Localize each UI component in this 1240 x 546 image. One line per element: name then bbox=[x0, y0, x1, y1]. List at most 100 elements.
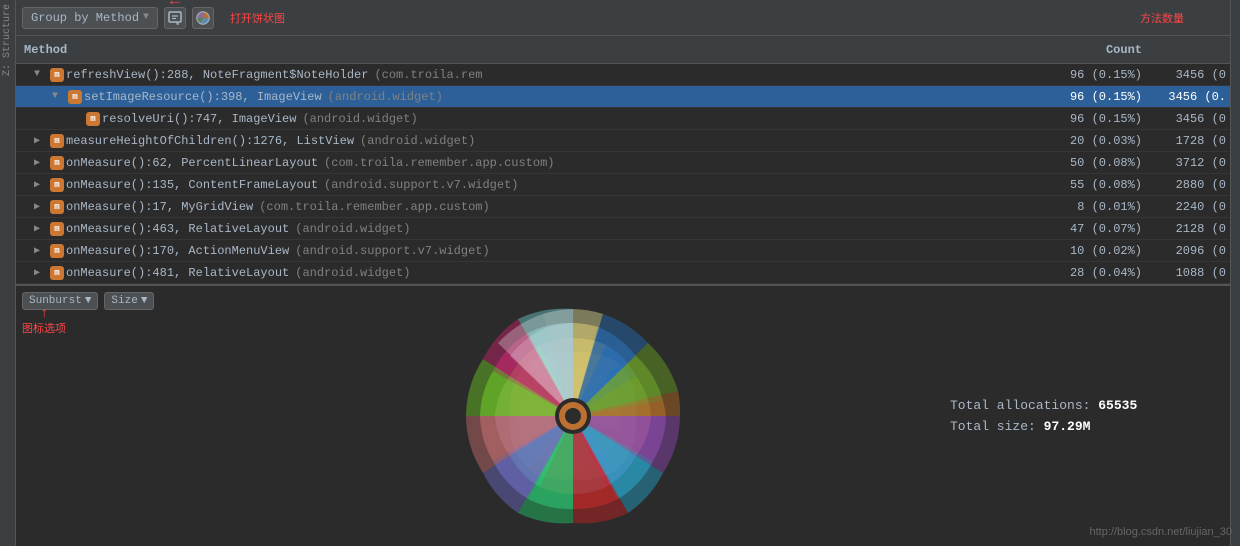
row-count: 10 (0.02%) bbox=[970, 244, 1150, 258]
method-class: (com.troila.remember.app.custom) bbox=[324, 156, 554, 170]
total-size-line: Total size: 97.29M bbox=[950, 419, 1210, 434]
sunburst-chart bbox=[443, 301, 703, 531]
chart-controls-panel: Sunburst ▼ Size ▼ 图标选项 ↑ bbox=[16, 286, 216, 546]
expand-icon[interactable]: ▶ bbox=[34, 201, 48, 213]
table-row[interactable]: ▶monMeasure():170, ActionMenuView (androi… bbox=[16, 240, 1230, 262]
annotation-icon-text: 图标选项 bbox=[22, 323, 66, 335]
chart-type-label: Sunburst bbox=[29, 295, 82, 307]
m-badge: m bbox=[50, 244, 64, 258]
row-size: 2096 (0 bbox=[1150, 244, 1230, 258]
method-class: (android.widget) bbox=[328, 90, 443, 104]
row-count: 20 (0.03%) bbox=[970, 134, 1150, 148]
row-size: 3456 (0 bbox=[1150, 112, 1230, 126]
method-class: (android.widget) bbox=[360, 134, 475, 148]
col-method-header: Method bbox=[16, 43, 970, 57]
row-size: 2128 (0 bbox=[1150, 222, 1230, 236]
watermark: http://blog.csdn.net/liujian_30 bbox=[1090, 526, 1231, 538]
method-class: (android.support.v7.widget) bbox=[324, 178, 518, 192]
row-count: 96 (0.15%) bbox=[970, 68, 1150, 82]
row-size: 1088 (0 bbox=[1150, 266, 1230, 280]
method-class: (com.troila.remember.app.custom) bbox=[259, 200, 489, 214]
total-allocations-value: 65535 bbox=[1098, 398, 1137, 413]
method-name: onMeasure():135, ContentFrameLayout bbox=[66, 178, 318, 192]
m-badge: m bbox=[50, 178, 64, 192]
method-name: onMeasure():62, PercentLinearLayout bbox=[66, 156, 318, 170]
method-name: setImageResource():398, ImageView bbox=[84, 90, 322, 104]
chart-controls-row: Sunburst ▼ Size ▼ bbox=[22, 292, 210, 310]
col-count-header: Count bbox=[970, 43, 1150, 57]
expand-icon[interactable]: ▼ bbox=[52, 91, 66, 102]
chart-type-chevron: ▼ bbox=[85, 295, 92, 307]
expand-icon[interactable]: ▼ bbox=[34, 69, 48, 80]
method-class: (android.widget) bbox=[295, 222, 410, 236]
total-size-label: Total size: bbox=[950, 419, 1036, 434]
method-name: onMeasure():170, ActionMenuView bbox=[66, 244, 289, 258]
icon-annotation-area: 图标选项 ↑ bbox=[22, 320, 210, 336]
method-class: (android.widget) bbox=[302, 112, 417, 126]
table-rows: ▼mrefreshView():288, NoteFragment$NoteHo… bbox=[16, 64, 1230, 284]
row-count: 55 (0.08%) bbox=[970, 178, 1150, 192]
chart-type-dropdown[interactable]: Sunburst ▼ bbox=[22, 292, 98, 310]
expand-icon[interactable]: ▶ bbox=[34, 267, 48, 279]
table-row[interactable]: ▶monMeasure():463, RelativeLayout(androi… bbox=[16, 218, 1230, 240]
chart-size-dropdown[interactable]: Size ▼ bbox=[104, 292, 154, 310]
annotation-pie-text: 打开饼状图 bbox=[230, 13, 285, 25]
stats-area: Total allocations: 65535 Total size: 97.… bbox=[930, 286, 1230, 546]
m-badge: m bbox=[50, 200, 64, 214]
m-badge: m bbox=[86, 112, 100, 126]
method-name: onMeasure():17, MyGridView bbox=[66, 200, 253, 214]
table-row[interactable]: ▶monMeasure():481, RelativeLayout(androi… bbox=[16, 262, 1230, 284]
method-name: refreshView():288, NoteFragment$NoteHold… bbox=[66, 68, 368, 82]
pie-chart-button[interactable] bbox=[192, 7, 214, 29]
m-badge: m bbox=[50, 134, 64, 148]
table-row[interactable]: mresolveUri():747, ImageView(android.wid… bbox=[16, 108, 1230, 130]
expand-icon[interactable]: ▶ bbox=[34, 245, 48, 257]
row-count: 96 (0.15%) bbox=[970, 90, 1150, 104]
row-size: 3712 (0 bbox=[1150, 156, 1230, 170]
main-content: Group by Method ▼ 打开饼状图 ← bbox=[16, 0, 1230, 546]
export-icon bbox=[168, 11, 182, 25]
annotation-area: 打开饼状图 ← bbox=[230, 10, 285, 26]
chart-size-label: Size bbox=[111, 295, 137, 307]
row-count: 96 (0.15%) bbox=[970, 112, 1150, 126]
row-size: 2880 (0 bbox=[1150, 178, 1230, 192]
m-badge: m bbox=[50, 266, 64, 280]
annotation-count-text: 方法数量 bbox=[1140, 10, 1184, 26]
row-count: 47 (0.07%) bbox=[970, 222, 1150, 236]
expand-icon[interactable]: ▶ bbox=[34, 179, 48, 191]
m-badge: m bbox=[50, 68, 64, 82]
total-allocations-line: Total allocations: 65535 bbox=[950, 398, 1210, 413]
expand-icon[interactable]: ▶ bbox=[34, 157, 48, 169]
table-row[interactable]: ▶monMeasure():135, ContentFrameLayout (an… bbox=[16, 174, 1230, 196]
method-name: onMeasure():463, RelativeLayout bbox=[66, 222, 289, 236]
method-class: (com.troila.rem bbox=[374, 68, 482, 82]
row-size: 1728 (0 bbox=[1150, 134, 1230, 148]
method-class: (android.widget) bbox=[295, 266, 410, 280]
left-side-panel: Z: Structure bbox=[0, 0, 16, 546]
expand-icon[interactable]: ▶ bbox=[34, 223, 48, 235]
method-name: measureHeightOfChildren():1276, ListView bbox=[66, 134, 354, 148]
table-row[interactable]: ▶monMeasure():62, PercentLinearLayout (co… bbox=[16, 152, 1230, 174]
m-badge: m bbox=[68, 90, 82, 104]
group-by-dropdown[interactable]: Group by Method ▼ bbox=[22, 7, 158, 29]
row-size: 2240 (0 bbox=[1150, 200, 1230, 214]
expand-icon[interactable]: ▶ bbox=[34, 135, 48, 147]
m-badge: m bbox=[50, 156, 64, 170]
toolbar: Group by Method ▼ 打开饼状图 ← bbox=[16, 0, 1230, 36]
row-count: 28 (0.04%) bbox=[970, 266, 1150, 280]
chevron-icon: ▼ bbox=[143, 12, 149, 23]
row-count: 8 (0.01%) bbox=[970, 200, 1150, 214]
row-count: 50 (0.08%) bbox=[970, 156, 1150, 170]
table-row[interactable]: ▼mrefreshView():288, NoteFragment$NoteHo… bbox=[16, 64, 1230, 86]
pie-chart-icon bbox=[195, 10, 211, 26]
table-row[interactable]: ▼msetImageResource():398, ImageView (andr… bbox=[16, 86, 1230, 108]
total-allocations-label: Total allocations: bbox=[950, 398, 1090, 413]
table-row[interactable]: ▶monMeasure():17, MyGridView (com.troila.… bbox=[16, 196, 1230, 218]
export-button[interactable] bbox=[164, 7, 186, 29]
group-by-label: Group by Method bbox=[31, 11, 139, 25]
right-side-panel bbox=[1230, 0, 1240, 546]
icon-annotation-arrow: ↑ bbox=[40, 306, 48, 322]
table-row[interactable]: ▶mmeasureHeightOfChildren():1276, ListVi… bbox=[16, 130, 1230, 152]
method-class: (android.support.v7.widget) bbox=[295, 244, 489, 258]
total-size-value: 97.29M bbox=[1044, 419, 1091, 434]
